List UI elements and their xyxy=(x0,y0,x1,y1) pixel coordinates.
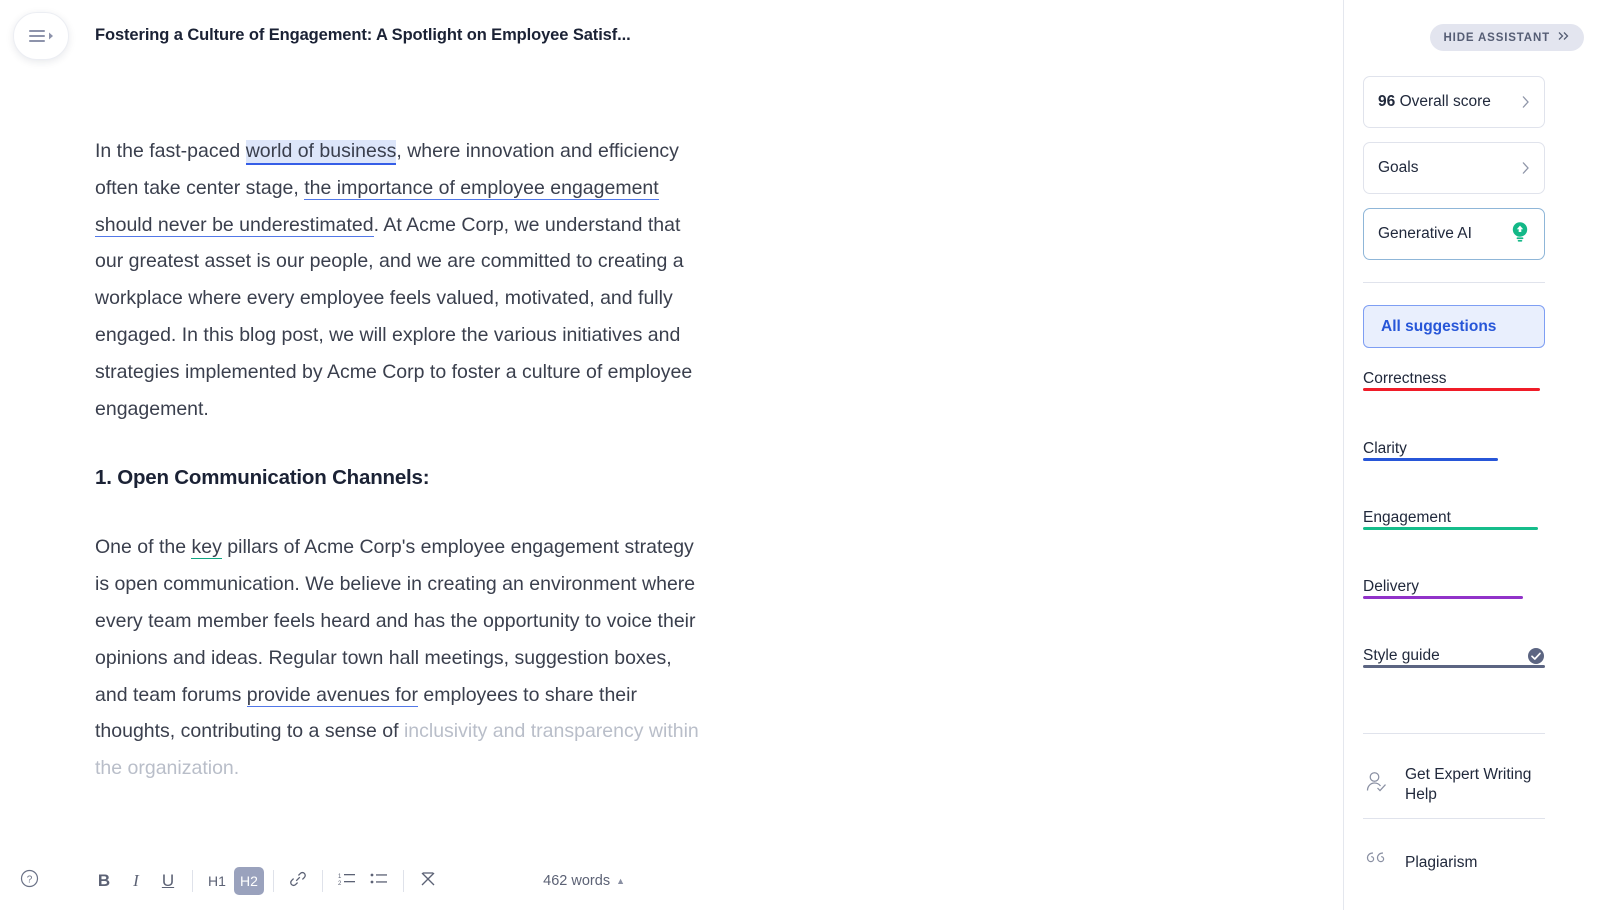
score-category-row: Clarity xyxy=(1363,440,1545,458)
paragraph-1: In the fast-paced world of business, whe… xyxy=(95,133,703,427)
get-expert-writing-help-item[interactable]: Get Expert Writing Help xyxy=(1363,765,1545,805)
heading1-button[interactable]: H1 xyxy=(202,867,232,895)
person-check-icon xyxy=(1363,769,1391,802)
section-heading-2: 1. Open Communication Channels: xyxy=(95,466,430,490)
overall-score-label: 96 Overall score xyxy=(1378,93,1491,111)
svg-text:?: ? xyxy=(27,875,33,886)
sidebar-divider xyxy=(1363,818,1545,819)
italic-label: I xyxy=(133,871,139,890)
hide-assistant-button[interactable]: HIDE ASSISTANT xyxy=(1429,24,1584,51)
plagiarism-label: Plagiarism xyxy=(1405,853,1478,871)
score-category-name: Engagement xyxy=(1363,509,1451,526)
score-category-bar xyxy=(1363,665,1545,668)
p1-pre: In the fast-paced xyxy=(95,140,246,162)
hide-assistant-label: HIDE ASSISTANT xyxy=(1443,31,1550,44)
link-icon xyxy=(289,870,307,893)
overall-score-value: 96 xyxy=(1378,93,1396,110)
question-circle-icon: ? xyxy=(20,869,39,893)
sidebar-toggle-button[interactable] xyxy=(13,12,69,60)
chevron-right-icon xyxy=(1521,161,1530,175)
goals-label: Goals xyxy=(1378,159,1419,176)
underline-button[interactable]: U xyxy=(153,867,183,895)
score-category[interactable]: Delivery xyxy=(1363,578,1545,599)
sidebar-divider xyxy=(1363,733,1545,734)
overall-score-panel[interactable]: 96 Overall score xyxy=(1363,76,1545,128)
heading2-button[interactable]: H2 xyxy=(234,867,264,895)
score-category[interactable]: Clarity xyxy=(1363,440,1545,461)
score-category-name: Delivery xyxy=(1363,578,1419,595)
bold-label: B xyxy=(97,871,111,890)
underline-label: U xyxy=(161,871,175,890)
score-category-name: Clarity xyxy=(1363,440,1407,457)
document-body[interactable]: In the fast-paced world of business, whe… xyxy=(95,133,703,787)
p2-mid: pillars of Acme Corp's employee engageme… xyxy=(95,536,696,706)
clear-formatting-button[interactable] xyxy=(413,867,443,895)
document-title[interactable]: Fostering a Culture of Engagement: A Spo… xyxy=(95,26,631,45)
toolbar-divider xyxy=(322,870,323,892)
svg-text:1: 1 xyxy=(338,874,342,880)
engagement-underline-1[interactable]: key xyxy=(191,536,222,560)
p1-post: . At Acme Corp, we understand that our g… xyxy=(95,213,693,420)
chevron-right-icon xyxy=(1521,95,1530,109)
goals-panel[interactable]: Goals xyxy=(1363,142,1545,194)
toolbar-buttons: B I U H1 H2 1 2 xyxy=(89,867,443,895)
score-category-name: Style guide xyxy=(1363,647,1440,664)
double-chevron-right-icon xyxy=(1557,31,1570,44)
word-count-button[interactable]: 462 words ▲ xyxy=(543,873,625,889)
toolbar-divider xyxy=(403,870,404,892)
check-circle-icon xyxy=(1527,647,1545,665)
quotes-icon xyxy=(1363,848,1391,877)
link-button[interactable] xyxy=(283,867,313,895)
hamburger-expand-icon xyxy=(28,28,54,44)
toolbar-divider xyxy=(192,870,193,892)
clarity-underline-2[interactable]: provide avenues for xyxy=(246,683,419,707)
help-button[interactable]: ? xyxy=(20,869,39,893)
toolbar-divider xyxy=(273,870,274,892)
score-category[interactable]: Correctness xyxy=(1363,370,1545,391)
italic-button[interactable]: I xyxy=(121,867,151,895)
bold-button[interactable]: B xyxy=(89,867,119,895)
ordered-list-icon: 1 2 xyxy=(338,871,356,892)
h2-label: H2 xyxy=(240,873,258,889)
word-count-label: 462 words xyxy=(543,873,611,889)
ordered-list-button[interactable]: 1 2 xyxy=(332,867,362,895)
caret-up-icon: ▲ xyxy=(616,876,625,886)
lightbulb-icon xyxy=(1510,221,1530,248)
active-suggestion-highlight[interactable]: world of business xyxy=(245,140,397,165)
score-category-bar xyxy=(1363,527,1545,530)
score-category[interactable]: Style guide xyxy=(1363,647,1545,668)
score-category-name: Correctness xyxy=(1363,370,1447,387)
editor-pane: Fostering a Culture of Engagement: A Spo… xyxy=(0,0,760,910)
score-category-bar xyxy=(1363,596,1545,599)
score-category-row: Delivery xyxy=(1363,578,1545,596)
generative-ai-panel[interactable]: Generative AI xyxy=(1363,208,1545,260)
suggestions-pane: 11 All suggestions Clarity · Change the … xyxy=(760,0,1600,910)
score-category-row: Correctness xyxy=(1363,370,1545,388)
score-category-bar xyxy=(1363,388,1545,391)
get-expert-writing-help-label: Get Expert Writing Help xyxy=(1405,766,1532,803)
score-category-bar xyxy=(1363,458,1545,461)
all-suggestions-filter[interactable]: All suggestions xyxy=(1363,305,1545,348)
sidebar-divider xyxy=(1363,282,1545,283)
assistant-sidebar: HIDE ASSISTANT 96 Overall score Goals Ge… xyxy=(1343,0,1600,910)
formatting-toolbar: ? B I U H1 H2 1 2 462 words ▲ xyxy=(0,852,760,910)
bullet-list-icon xyxy=(370,871,388,892)
generative-ai-label: Generative AI xyxy=(1378,225,1472,242)
p2-pre: One of the xyxy=(95,536,192,559)
plagiarism-item[interactable]: Plagiarism xyxy=(1363,848,1545,877)
score-category[interactable]: Engagement xyxy=(1363,509,1545,530)
score-category-row: Style guide xyxy=(1363,647,1545,665)
clear-formatting-icon xyxy=(419,870,437,893)
h1-label: H1 xyxy=(208,873,226,889)
overall-score-text: Overall score xyxy=(1399,93,1491,110)
paragraph-2: One of the key pillars of Acme Corp's em… xyxy=(95,529,703,787)
bullet-list-button[interactable] xyxy=(364,867,394,895)
grammarly-editor-app: Fostering a Culture of Engagement: A Spo… xyxy=(0,0,1600,910)
svg-text:2: 2 xyxy=(338,881,342,887)
score-category-row: Engagement xyxy=(1363,509,1545,527)
